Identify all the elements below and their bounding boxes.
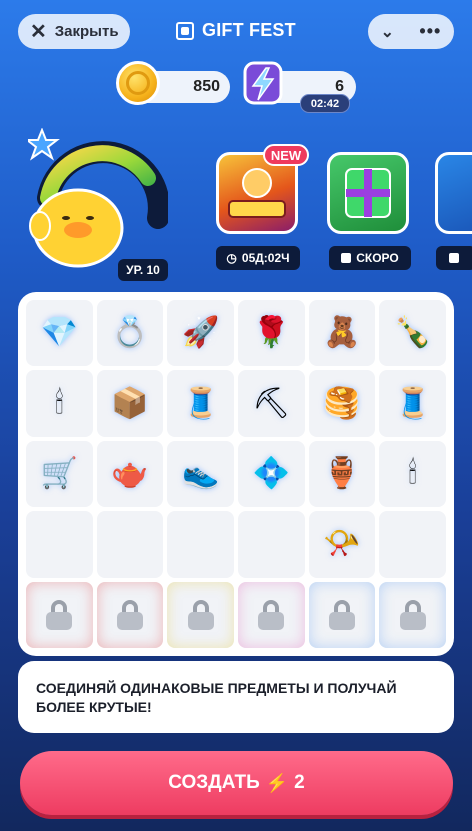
grid-cell-empty[interactable] — [167, 511, 234, 578]
grid-cell[interactable]: 🫖 — [96, 440, 164, 508]
earrings-icon[interactable]: 💠 — [253, 458, 290, 489]
vase-icon[interactable]: 🏺 — [323, 458, 360, 489]
grid-cell[interactable]: 📯 — [308, 511, 376, 578]
rose-icon[interactable]: 🌹 — [253, 318, 290, 348]
grid-cell[interactable]: 🛒 — [26, 440, 93, 508]
calendar-icon — [341, 253, 352, 263]
app-logo-icon — [176, 21, 194, 40]
lock-icon — [327, 599, 357, 630]
rope-spool-icon[interactable]: 🧵 — [182, 388, 219, 419]
grid-cell-empty[interactable] — [237, 511, 305, 578]
close-button[interactable]: ✕ Закрыть — [18, 14, 130, 49]
rope-spool-icon[interactable]: 🧵 — [394, 388, 431, 419]
lock-icon — [186, 599, 216, 630]
lock-icon — [398, 599, 428, 630]
event-timer-label: ◷ 05Д:02Ч — [216, 246, 300, 270]
coin-icon — [116, 61, 160, 105]
chevron-down-icon[interactable]: ⌄ — [381, 22, 394, 42]
box-icon[interactable]: 📦 — [111, 388, 148, 419]
locked-cell[interactable] — [379, 581, 446, 648]
hint-text: СОЕДИНЯЙ ОДИНАКОВЫЕ ПРЕДМЕТЫ И ПОЛУЧАЙ Б… — [18, 661, 454, 733]
grid-cell[interactable]: 🧸 — [308, 300, 376, 367]
candles-icon[interactable]: 🕯 — [408, 458, 417, 489]
pancakes-icon[interactable]: 🥞 — [323, 388, 360, 419]
coin-value: 850 — [193, 78, 220, 95]
candles-icon[interactable]: 🕯 — [55, 388, 64, 419]
locked-cell[interactable] — [167, 581, 234, 648]
pickaxe-icon[interactable]: ⛏ — [252, 388, 290, 419]
window-menu[interactable]: ⌄ ••• — [368, 14, 454, 49]
gift-box-icon — [345, 168, 391, 218]
crystal-icon[interactable]: 💎 — [41, 318, 78, 348]
lock-icon — [115, 599, 145, 630]
lock-icon — [44, 599, 74, 630]
grid-cell[interactable]: 🍾 — [379, 300, 446, 367]
ring-icon[interactable]: 💍 — [111, 318, 148, 348]
event-3-label — [436, 246, 472, 270]
event-timer-text: 05Д:02Ч — [241, 251, 290, 265]
energy-timer: 02:42 — [300, 94, 350, 113]
grid-cell-empty[interactable] — [96, 511, 164, 578]
grid-cell-empty[interactable] — [379, 511, 446, 578]
locked-cell[interactable] — [26, 581, 93, 648]
duck-avatar[interactable] — [28, 170, 128, 270]
grid-cell[interactable]: 👟 — [167, 440, 234, 508]
merge-grid: 💎 💍 🚀 🌹 🧸 🍾 🕯 📦 🧵 ⛏ 🥞 🧵 🛒 🫖 👟 💠 🏺 🕯 📯 — [26, 300, 446, 648]
create-button-cost: 2 — [294, 772, 305, 793]
locked-cell[interactable] — [237, 581, 305, 648]
grid-cell[interactable]: ⛏ — [237, 370, 305, 437]
locked-cell[interactable] — [308, 581, 376, 648]
grid-cell[interactable]: 🌹 — [237, 300, 305, 367]
watering-can-icon[interactable]: 🫖 — [111, 458, 148, 489]
energy-bolt-icon — [243, 61, 283, 105]
energy-bolt-icon: ⚡ — [265, 772, 289, 793]
champagne-icon[interactable]: 🍾 — [394, 318, 431, 348]
create-button-label: СОЗДАТЬ — [168, 772, 260, 793]
ore-cart-icon[interactable]: 🛒 — [41, 458, 78, 489]
grid-cell[interactable]: 🧵 — [379, 370, 446, 437]
close-label: Закрыть — [54, 23, 119, 40]
app-title-text: GIFT FEST — [202, 20, 296, 40]
create-button[interactable]: СОЗДАТЬ ⚡ 2 — [20, 751, 453, 815]
rocket-icon[interactable]: 🚀 — [182, 318, 219, 348]
close-icon: ✕ — [30, 20, 47, 43]
grid-cell[interactable]: 💠 — [237, 440, 305, 508]
star-icon — [28, 128, 60, 161]
whistle-icon[interactable]: 📯 — [323, 529, 360, 559]
event-soon-text: СКОРО — [356, 251, 399, 265]
new-badge: NEW — [263, 144, 309, 166]
grid-cell[interactable]: 💍 — [96, 300, 164, 367]
locked-cell[interactable] — [96, 581, 164, 648]
grid-cell-empty[interactable] — [26, 511, 93, 578]
app-title: GIFT FEST — [176, 20, 296, 41]
event-soon-label: СКОРО — [329, 246, 411, 270]
level-badge: УР. 10 — [118, 259, 168, 281]
grid-cell[interactable]: 📦 — [96, 370, 164, 437]
calendar-icon — [448, 253, 459, 263]
grid-cell[interactable]: 🚀 — [167, 300, 234, 367]
teddy-bear-icon[interactable]: 🧸 — [323, 318, 360, 348]
grid-cell[interactable]: 🕯 — [26, 370, 93, 437]
grid-cell[interactable]: 🏺 — [308, 440, 376, 508]
grid-cell[interactable]: 🥞 — [308, 370, 376, 437]
more-options-icon[interactable]: ••• — [419, 21, 441, 42]
event-card-gift[interactable] — [327, 152, 409, 234]
grid-cell[interactable]: 🕯 — [379, 440, 446, 508]
lock-icon — [256, 599, 286, 630]
clock-icon: ◷ — [226, 251, 237, 265]
sneaker-icon[interactable]: 👟 — [182, 458, 219, 489]
event-card-3[interactable] — [435, 152, 472, 234]
merge-grid-panel: 💎 💍 🚀 🌹 🧸 🍾 🕯 📦 🧵 ⛏ 🥞 🧵 🛒 🫖 👟 💠 🏺 🕯 📯 — [18, 292, 454, 656]
time-clash-art-icon — [228, 168, 286, 218]
grid-cell[interactable]: 💎 — [26, 300, 93, 367]
grid-cell[interactable]: 🧵 — [167, 370, 234, 437]
